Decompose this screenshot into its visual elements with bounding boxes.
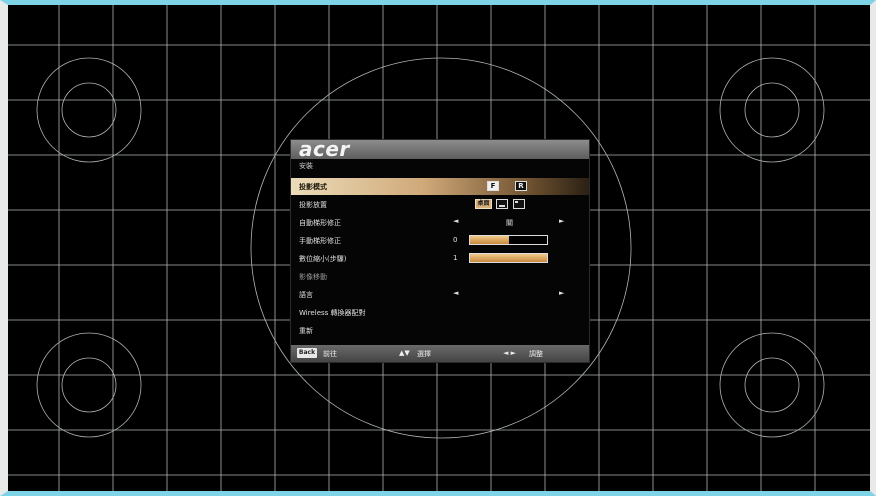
menu-row-label: 自動梯形修正 [299, 219, 341, 227]
digital-shrink-slider[interactable] [469, 253, 548, 263]
left-right-arrows-icon: ◄ ► [503, 349, 516, 357]
desktop-placement-option[interactable]: 桌面 [475, 199, 492, 209]
left-arrow-icon[interactable]: ◄ [453, 289, 458, 297]
auto-keystone-value: 關 [506, 219, 513, 227]
manual-keystone-value: 0 [453, 236, 458, 244]
menu-row-wireless-pairing[interactable]: Wireless 轉換器配對 [291, 304, 589, 321]
left-arrow-icon[interactable]: ◄ [453, 217, 458, 225]
manual-keystone-slider[interactable] [469, 235, 548, 245]
ceiling-front-icon[interactable] [496, 199, 508, 209]
osd-title: 安裝 [299, 162, 313, 170]
right-arrow-icon[interactable]: ► [559, 289, 564, 297]
adjust-hint-label: 調整 [529, 350, 543, 358]
digital-shrink-value: 1 [453, 254, 458, 262]
menu-row-label: 手動梯形修正 [299, 237, 341, 245]
menu-row-label: Wireless 轉換器配對 [299, 309, 366, 317]
menu-row-reset[interactable]: 重新 [291, 322, 589, 339]
up-down-arrows-icon: ▲▼ [399, 349, 410, 357]
menu-row-label: 語言 [299, 291, 313, 299]
brand-logo: acer [299, 137, 350, 161]
menu-row-projection-mode[interactable]: 投影模式 F R [291, 178, 589, 195]
back-key-icon[interactable]: Back [297, 348, 317, 358]
slider-fill [470, 254, 547, 262]
menu-row-projection-placement[interactable]: 投影放置 桌面 [291, 196, 589, 213]
front-mode-option[interactable]: F [487, 181, 499, 191]
ceiling-rear-icon[interactable] [513, 199, 525, 209]
menu-row-label: 數位縮小(步驟) [299, 255, 347, 263]
osd-footer: Back 前往 ▲▼ 選擇 ◄ ► 調整 [291, 345, 589, 362]
select-hint-label: 選擇 [417, 350, 431, 358]
menu-row-label: 重新 [299, 327, 313, 335]
menu-row-label: 投影放置 [299, 201, 327, 209]
menu-row-digital-shrink[interactable]: 數位縮小(步驟) 1 [291, 250, 589, 267]
slider-fill [470, 236, 509, 244]
osd-menu-panel: acer 安裝 投影模式 F R 投影放置 桌面 自動梯形修正 ◄ 關 ► 手動… [290, 137, 590, 363]
rear-mode-option[interactable]: R [515, 181, 527, 191]
menu-row-label: 投影模式 [299, 183, 327, 191]
menu-row-manual-keystone[interactable]: 手動梯形修正 0 [291, 232, 589, 249]
osd-header: acer [291, 137, 589, 161]
menu-row-auto-keystone[interactable]: 自動梯形修正 ◄ 關 ► [291, 214, 589, 231]
menu-row-language[interactable]: 語言 ◄ ► [291, 286, 589, 303]
menu-row-image-shift[interactable]: 影像移動 [291, 268, 589, 285]
right-arrow-icon[interactable]: ► [559, 217, 564, 225]
back-hint-label: 前往 [323, 350, 337, 358]
menu-row-label: 影像移動 [299, 273, 327, 281]
